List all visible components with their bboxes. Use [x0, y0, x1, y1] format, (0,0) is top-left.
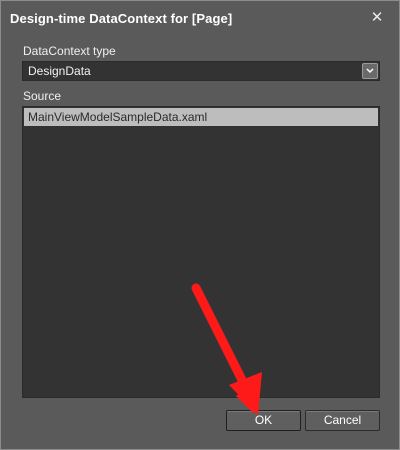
datacontext-type-label: DataContext type [23, 44, 116, 58]
cancel-button[interactable]: Cancel [305, 410, 380, 431]
title-bar: Design-time DataContext for [Page] ✕ [1, 1, 399, 39]
chevron-down-icon[interactable] [362, 63, 378, 79]
close-icon[interactable]: ✕ [369, 10, 385, 26]
source-label: Source [23, 89, 62, 103]
list-item[interactable]: MainViewModelSampleData.xaml [24, 108, 378, 126]
source-listbox[interactable]: MainViewModelSampleData.xaml [22, 106, 380, 398]
datacontext-type-dropdown[interactable]: DesignData [22, 61, 380, 81]
chevron-down-icon-glyph [366, 68, 374, 74]
window-title: Design-time DataContext for [Page] [10, 11, 233, 26]
dialog-window: Design-time DataContext for [Page] ✕ Dat… [0, 0, 400, 450]
ok-button[interactable]: OK [226, 410, 301, 431]
datacontext-type-value: DesignData [28, 64, 91, 78]
